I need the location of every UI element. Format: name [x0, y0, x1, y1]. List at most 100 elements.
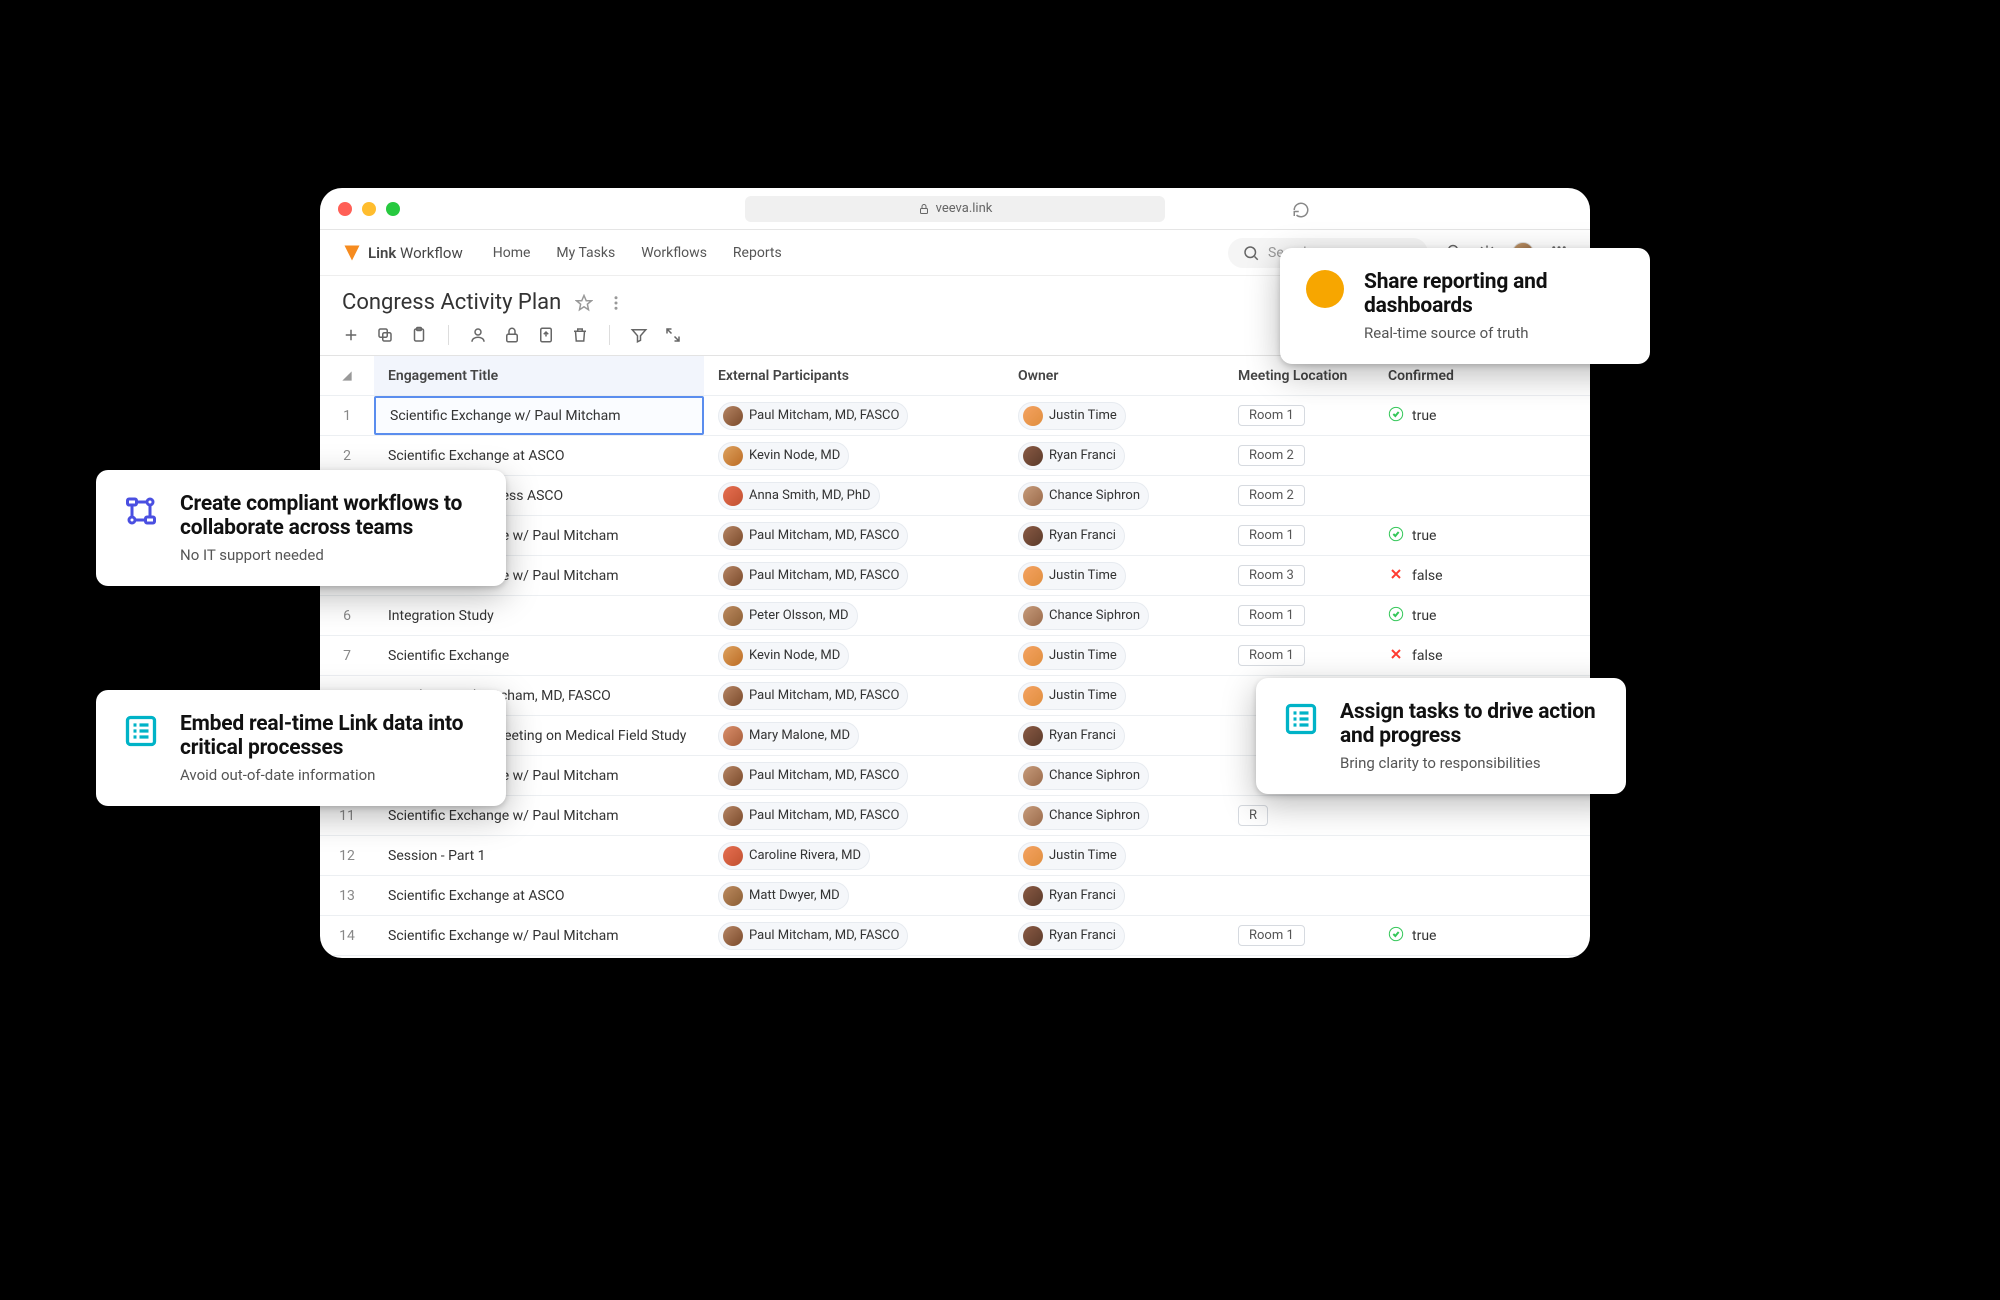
- room-chip[interactable]: Room 1: [1238, 605, 1305, 626]
- owner-cell[interactable]: Chance Siphron: [1004, 762, 1224, 790]
- owner-cell[interactable]: Justin Time: [1004, 562, 1224, 590]
- star-icon[interactable]: [575, 294, 593, 312]
- participant-cell[interactable]: Caroline Rivera, MD: [704, 842, 1004, 870]
- table-row[interactable]: 7Scientific ExchangeKevin Node, MDJustin…: [320, 636, 1590, 676]
- expand-icon[interactable]: [664, 326, 682, 344]
- table-row[interactable]: 6Integration StudyPeter Olsson, MDChance…: [320, 596, 1590, 636]
- engagement-title-cell[interactable]: Scientific Exchange at ASCO: [374, 888, 704, 904]
- location-cell[interactable]: R: [1224, 805, 1374, 826]
- participant-cell[interactable]: Paul Mitcham, MD, FASCO: [704, 922, 1004, 950]
- room-chip[interactable]: Room 1: [1238, 645, 1305, 666]
- owner-cell[interactable]: Ryan Franci: [1004, 442, 1224, 470]
- nav-workflows[interactable]: Workflows: [641, 245, 707, 261]
- delete-icon[interactable]: [571, 326, 589, 344]
- participant-cell[interactable]: Kevin Node, MD: [704, 442, 1004, 470]
- room-chip[interactable]: Room 2: [1238, 485, 1305, 506]
- more-menu-icon[interactable]: [607, 294, 625, 312]
- owner-cell[interactable]: Ryan Franci: [1004, 882, 1224, 910]
- location-cell[interactable]: Room 1: [1224, 925, 1374, 946]
- location-cell[interactable]: Room 2: [1224, 485, 1374, 506]
- engagement-title-cell[interactable]: Scientific Exchange at ASCO: [374, 448, 704, 464]
- window-close-button[interactable]: [338, 202, 352, 216]
- paste-icon[interactable]: [410, 326, 428, 344]
- location-cell[interactable]: Room 3: [1224, 565, 1374, 586]
- th-owner[interactable]: Owner: [1004, 368, 1224, 384]
- room-chip[interactable]: Room 1: [1238, 405, 1305, 426]
- th-title[interactable]: Engagement Title: [374, 356, 704, 395]
- user-icon[interactable]: [469, 326, 487, 344]
- location-cell[interactable]: Room 2: [1224, 445, 1374, 466]
- engagement-title-cell[interactable]: Scientific Exchange w/ Paul Mitcham: [374, 808, 704, 824]
- location-cell[interactable]: Room 1: [1224, 405, 1374, 426]
- participant-cell[interactable]: Paul Mitcham, MD, FASCO: [704, 682, 1004, 710]
- brand-name: Link Workflow: [368, 244, 463, 262]
- confirmed-cell: false: [1374, 566, 1590, 586]
- location-cell[interactable]: Room 1: [1224, 645, 1374, 666]
- filter-icon[interactable]: [630, 326, 648, 344]
- room-chip[interactable]: R: [1238, 805, 1268, 826]
- table-row[interactable]: 15Scientific ExchangeKevin Node, MDJusti…: [320, 956, 1590, 958]
- table-row[interactable]: 2Scientific Exchange at ASCOKevin Node, …: [320, 436, 1590, 476]
- engagement-title-cell[interactable]: Scientific Exchange w/ Paul Mitcham: [374, 396, 704, 435]
- nav-home[interactable]: Home: [493, 245, 531, 261]
- table-row[interactable]: 14Scientific Exchange w/ Paul MitchamPau…: [320, 916, 1590, 956]
- engagement-title-cell[interactable]: Scientific Exchange w/ Paul Mitcham: [374, 928, 704, 944]
- owner-cell[interactable]: Justin Time: [1004, 842, 1224, 870]
- window-zoom-button[interactable]: [386, 202, 400, 216]
- refresh-icon[interactable]: [1292, 201, 1310, 219]
- owner-cell[interactable]: Chance Siphron: [1004, 802, 1224, 830]
- owner-cell[interactable]: Ryan Franci: [1004, 722, 1224, 750]
- location-cell[interactable]: Room 1: [1224, 525, 1374, 546]
- room-chip[interactable]: Room 1: [1238, 925, 1305, 946]
- participant-cell[interactable]: Peter Olsson, MD: [704, 602, 1004, 630]
- table-row[interactable]: 13Scientific Exchange at ASCOMatt Dwyer,…: [320, 876, 1590, 916]
- participant-cell[interactable]: Paul Mitcham, MD, FASCO: [704, 762, 1004, 790]
- avatar: [1023, 606, 1043, 626]
- owner-cell[interactable]: Justin Time: [1004, 642, 1224, 670]
- location-cell[interactable]: Room 1: [1224, 605, 1374, 626]
- engagement-title-cell[interactable]: Session - Part 1: [374, 848, 704, 864]
- avatar: [723, 486, 743, 506]
- participant-cell[interactable]: Paul Mitcham, MD, FASCO: [704, 802, 1004, 830]
- table-row[interactable]: 4Scientific Exchange w/ Paul MitchamPaul…: [320, 516, 1590, 556]
- table-row[interactable]: 12Session - Part 1Caroline Rivera, MDJus…: [320, 836, 1590, 876]
- row-number: 12: [320, 848, 374, 864]
- th-confirmed[interactable]: Confirmed: [1374, 368, 1590, 384]
- table-row[interactable]: 3Catch-Up at Congress ASCOAnna Smith, MD…: [320, 476, 1590, 516]
- brand: Link Workflow: [342, 243, 463, 263]
- owner-cell[interactable]: Justin Time: [1004, 682, 1224, 710]
- owner-cell[interactable]: Ryan Franci: [1004, 922, 1224, 950]
- nav-my-tasks[interactable]: My Tasks: [556, 245, 615, 261]
- table-row[interactable]: 11Scientific Exchange w/ Paul MitchamPau…: [320, 796, 1590, 836]
- table-row[interactable]: 1Scientific Exchange w/ Paul MitchamPaul…: [320, 396, 1590, 436]
- participant-cell[interactable]: Paul Mitcham, MD, FASCO: [704, 402, 1004, 430]
- table-row[interactable]: 5Scientific Exchange w/ Paul MitchamPaul…: [320, 556, 1590, 596]
- nav-reports[interactable]: Reports: [733, 245, 782, 261]
- room-chip[interactable]: Room 3: [1238, 565, 1305, 586]
- avatar: [723, 526, 743, 546]
- lock-icon[interactable]: [503, 326, 521, 344]
- owner-cell[interactable]: Justin Time: [1004, 402, 1224, 430]
- export-icon[interactable]: [537, 326, 555, 344]
- owner-cell[interactable]: Chance Siphron: [1004, 482, 1224, 510]
- select-all-icon[interactable]: [340, 369, 354, 383]
- participant-cell[interactable]: Paul Mitcham, MD, FASCO: [704, 522, 1004, 550]
- th-participants[interactable]: External Participants: [704, 368, 1004, 384]
- participant-cell[interactable]: Mary Malone, MD: [704, 722, 1004, 750]
- room-chip[interactable]: Room 2: [1238, 445, 1305, 466]
- participant-cell[interactable]: Kevin Node, MD: [704, 642, 1004, 670]
- owner-cell[interactable]: Ryan Franci: [1004, 522, 1224, 550]
- engagement-title-cell[interactable]: Scientific Exchange: [374, 648, 704, 664]
- add-icon[interactable]: [342, 326, 360, 344]
- url-bar[interactable]: veeva.link: [745, 196, 1165, 222]
- confirmed-cell: true: [1374, 926, 1590, 946]
- copy-icon[interactable]: [376, 326, 394, 344]
- participant-cell[interactable]: Matt Dwyer, MD: [704, 882, 1004, 910]
- owner-cell[interactable]: Chance Siphron: [1004, 602, 1224, 630]
- th-location[interactable]: Meeting Location: [1224, 368, 1374, 384]
- engagement-title-cell[interactable]: Integration Study: [374, 608, 704, 624]
- room-chip[interactable]: Room 1: [1238, 525, 1305, 546]
- participant-cell[interactable]: Anna Smith, MD, PhD: [704, 482, 1004, 510]
- window-minimize-button[interactable]: [362, 202, 376, 216]
- participant-cell[interactable]: Paul Mitcham, MD, FASCO: [704, 562, 1004, 590]
